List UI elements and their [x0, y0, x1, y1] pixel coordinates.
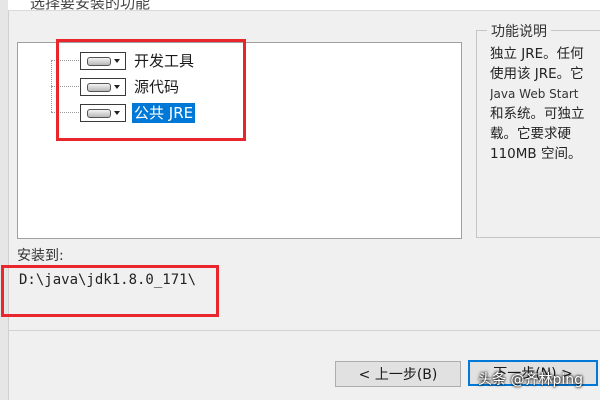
install-location-label: 安装到:: [17, 248, 64, 264]
description-line: 和系统。可独立: [490, 106, 585, 122]
description-line: 使用该 JRE。它: [490, 66, 584, 82]
description-line: 载。它要求硬: [490, 126, 571, 142]
feature-description-legend: 功能说明: [487, 21, 551, 41]
header-title: 选择要安装的功能: [30, 0, 151, 11]
window-left-edge: [0, 0, 9, 400]
header-strip: 选择要安装的功能: [8, 0, 600, 11]
feature-description-text: 独立 JRE。任何 使用该 JRE。它 Java Web Start 和系统。可…: [490, 44, 600, 164]
description-line: 110MB 空间。: [490, 146, 582, 162]
watermark: 头条 @齐林ping: [478, 372, 583, 388]
footer-separator: [8, 330, 600, 331]
back-button[interactable]: < 上一步(B): [335, 361, 461, 387]
annotation-highlight-box: [1, 265, 219, 317]
description-line: 独立 JRE。任何: [490, 46, 584, 62]
annotation-highlight-box: [56, 39, 246, 141]
description-line: Java Web Start: [490, 87, 579, 101]
